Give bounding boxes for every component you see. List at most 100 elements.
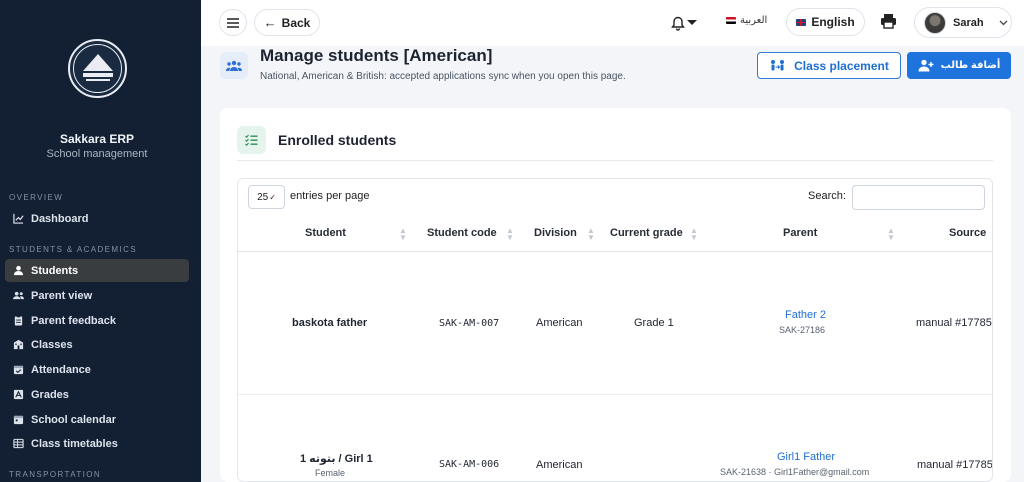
class-placement-button[interactable]: Class placement — [757, 52, 901, 79]
avatar — [924, 11, 946, 34]
top-bar: ← Back العربية English Sarah — [201, 0, 1024, 46]
hamburger-icon — [227, 17, 239, 28]
sort-icon[interactable]: ▲ ▼ — [399, 227, 407, 242]
class-placement-label: Class placement — [794, 58, 889, 73]
sidebar-item-attendance[interactable]: Attendance — [5, 358, 189, 381]
students-table: 25 ✓ entries per page Search: Student ▲ ▼… — [237, 178, 993, 482]
back-label: Back — [281, 15, 311, 30]
sidebar-item-classes[interactable]: Classes — [5, 333, 189, 356]
sort-icon[interactable]: ▲ ▼ — [690, 227, 698, 242]
add-student-label: أضافة طالب — [940, 60, 1001, 71]
sort-icon[interactable]: ▲ ▼ — [587, 227, 595, 242]
school-logo[interactable] — [68, 39, 127, 98]
sidebar-item-label: Dashboard — [31, 212, 89, 225]
uk-flag-icon — [796, 18, 807, 26]
student-gender: Female — [315, 468, 346, 478]
column-header-source[interactable]: Source — [949, 227, 986, 239]
language-english-button[interactable]: English — [786, 8, 865, 36]
column-header-student[interactable]: Student — [305, 227, 346, 239]
division: American — [536, 317, 583, 329]
calendar-icon — [13, 414, 24, 425]
page-title: Manage students [American] — [260, 46, 493, 65]
entries-label: entries per page — [290, 190, 370, 202]
students-group-icon — [220, 52, 248, 79]
sidebar-item-dashboard[interactable]: Dashboard — [5, 207, 189, 230]
student-code: SAK-AM-006 — [439, 459, 500, 470]
school-icon — [13, 339, 24, 350]
sidebar-item-class-timetables[interactable]: Class timetables — [5, 432, 189, 455]
sidebar-item-label: Parent feedback — [31, 314, 116, 327]
column-header-current-grade[interactable]: Current grade — [610, 227, 683, 239]
sidebar-item-label: Grades — [31, 388, 69, 401]
student-code: SAK-AM-007 — [439, 318, 500, 329]
section-students-academics: Students & Academics — [9, 245, 138, 254]
calendar-check-icon — [13, 364, 24, 375]
back-button[interactable]: ← Back — [254, 9, 320, 36]
pyramid-emblem-icon — [73, 44, 122, 93]
current-grade: Grade 1 — [634, 317, 674, 329]
source: manual #17785 — [917, 459, 993, 471]
print-button[interactable] — [880, 13, 900, 33]
sort-icon[interactable]: ▲ ▼ — [506, 227, 514, 242]
english-label: English — [811, 15, 855, 29]
sidebar: Sakkara ERP School management Overview D… — [0, 0, 201, 482]
student-name[interactable]: baskota father — [292, 317, 367, 329]
printer-icon — [881, 14, 896, 29]
column-header-parent[interactable]: Parent — [783, 227, 817, 239]
bell-icon — [671, 16, 685, 31]
chevron-down-icon: ✓ — [269, 192, 276, 202]
sidebar-item-parent-feedback[interactable]: Parent feedback — [5, 309, 189, 332]
row-divider — [238, 394, 992, 395]
egypt-flag-icon — [726, 17, 736, 24]
header-divider — [238, 251, 992, 252]
add-student-button[interactable]: أضافة طالب — [907, 52, 1011, 79]
sidebar-item-parent-view[interactable]: Parent view — [5, 284, 189, 307]
search-input[interactable] — [852, 185, 985, 210]
entries-value: 25 — [257, 191, 269, 203]
clipboard-icon — [13, 315, 24, 326]
grades-icon — [13, 389, 24, 400]
source: manual #17785 — [916, 317, 992, 329]
user-menu-button[interactable]: Sarah — [914, 7, 1012, 38]
user-name: Sarah — [953, 16, 984, 29]
parent-link[interactable]: Father 2 — [785, 309, 826, 321]
section-overview: Overview — [9, 193, 64, 202]
users-swap-icon — [771, 60, 785, 71]
user-plus-icon — [918, 59, 934, 72]
section-transportation: Transportation — [9, 470, 102, 479]
brand-subtitle: School management — [46, 148, 148, 160]
users-icon — [13, 290, 24, 301]
caret-down-icon — [687, 20, 697, 25]
division: American — [536, 459, 583, 471]
divider — [237, 160, 993, 161]
language-arabic-link[interactable]: العربية — [726, 15, 767, 26]
sidebar-item-label: Class timetables — [31, 437, 118, 450]
enrolled-students-card: Enrolled students 25 ✓ entries per page … — [220, 108, 1011, 482]
sidebar-item-grades[interactable]: Grades — [5, 383, 189, 406]
sort-icon[interactable]: ▲ ▼ — [887, 227, 895, 242]
column-header-student-code[interactable]: Student code — [427, 227, 497, 239]
menu-toggle-button[interactable] — [219, 9, 247, 36]
sidebar-item-school-calendar[interactable]: School calendar — [5, 408, 189, 431]
parent-contact: SAK-21638 · Girl1Father@gmail.com — [720, 467, 870, 477]
brand-title: Sakkara ERP — [59, 132, 135, 146]
entries-per-page-select[interactable]: 25 ✓ — [248, 185, 285, 209]
parent-link[interactable]: Girl1 Father — [777, 451, 835, 463]
arrow-left-icon: ← — [263, 15, 277, 30]
column-header-division[interactable]: Division — [534, 227, 577, 239]
card-title: Enrolled students — [278, 132, 397, 148]
page-subtitle: National, American & British: accepted a… — [260, 71, 626, 82]
chevron-down-icon — [999, 20, 1008, 25]
checklist-icon — [237, 126, 266, 154]
sidebar-item-label: Students — [31, 264, 79, 277]
sidebar-item-label: School calendar — [31, 413, 116, 426]
sidebar-item-label: Classes — [31, 338, 73, 351]
search-label: Search: — [808, 190, 846, 202]
notifications-button[interactable] — [671, 13, 701, 33]
sidebar-item-label: Parent view — [31, 289, 93, 302]
parent-code: SAK-27186 — [779, 325, 826, 335]
student-name[interactable]: بتوته 1 / Girl 1 — [300, 452, 373, 465]
sidebar-item-students[interactable]: Students — [5, 259, 189, 282]
sidebar-item-label: Attendance — [31, 363, 91, 376]
student-icon — [13, 265, 24, 276]
